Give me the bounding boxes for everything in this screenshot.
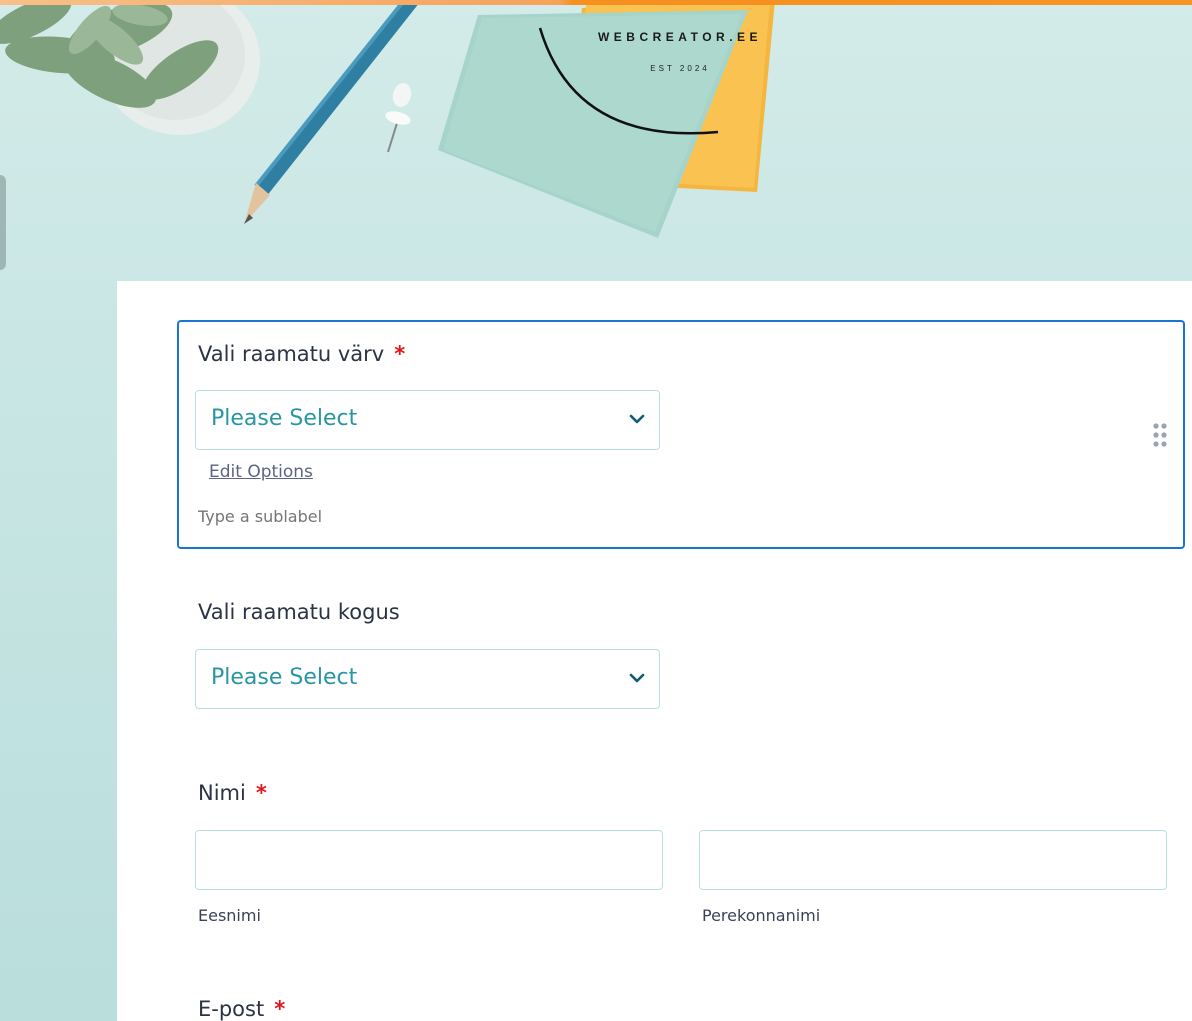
push-pin <box>385 83 412 153</box>
select-value: Please Select <box>211 665 358 690</box>
pencil <box>244 0 418 224</box>
field-label: Vali raamatu kogus <box>198 600 400 624</box>
last-name-sublabel: Perekonnanimi <box>702 906 821 925</box>
logo-name: WEBCREATOR.EE <box>597 30 763 44</box>
field-label: Vali raamatu värv * <box>198 342 405 366</box>
first-name-sublabel: Eesnimi <box>198 906 261 925</box>
chevron-down-icon <box>629 414 645 424</box>
required-asterisk: * <box>394 342 406 366</box>
field-label-text: Nimi <box>198 781 246 805</box>
chevron-down-icon <box>629 673 645 683</box>
phone-edge <box>0 175 6 270</box>
field-label-text: Vali raamatu kogus <box>198 600 400 624</box>
field-label: Nimi * <box>198 781 267 805</box>
form-card: Vali raamatu värv * Please Select Edit Op… <box>117 281 1192 1021</box>
required-asterisk: * <box>274 997 286 1021</box>
site-logo: WEBCREATOR.EE EST 2024 <box>560 22 800 92</box>
edit-options-link[interactable]: Edit Options <box>209 462 313 482</box>
book-color-select[interactable]: Please Select <box>195 390 660 450</box>
top-accent-stripe <box>0 0 1192 5</box>
last-name-input[interactable] <box>699 830 1167 890</box>
logo-established: EST 2024 <box>650 64 710 73</box>
first-name-input[interactable] <box>195 830 663 890</box>
field-book-color[interactable]: Vali raamatu värv * Please Select Edit Op… <box>177 320 1185 549</box>
select-value: Please Select <box>211 406 358 431</box>
field-label-text: E-post <box>198 997 265 1021</box>
field-label-text: Vali raamatu värv <box>198 342 385 366</box>
drag-handle-icon[interactable] <box>1152 422 1168 448</box>
sublabel-input[interactable] <box>198 507 598 526</box>
required-asterisk: * <box>255 781 267 805</box>
book-quantity-select[interactable]: Please Select <box>195 649 660 709</box>
succulent-plant <box>0 0 260 135</box>
field-label: E-post * <box>198 997 285 1021</box>
